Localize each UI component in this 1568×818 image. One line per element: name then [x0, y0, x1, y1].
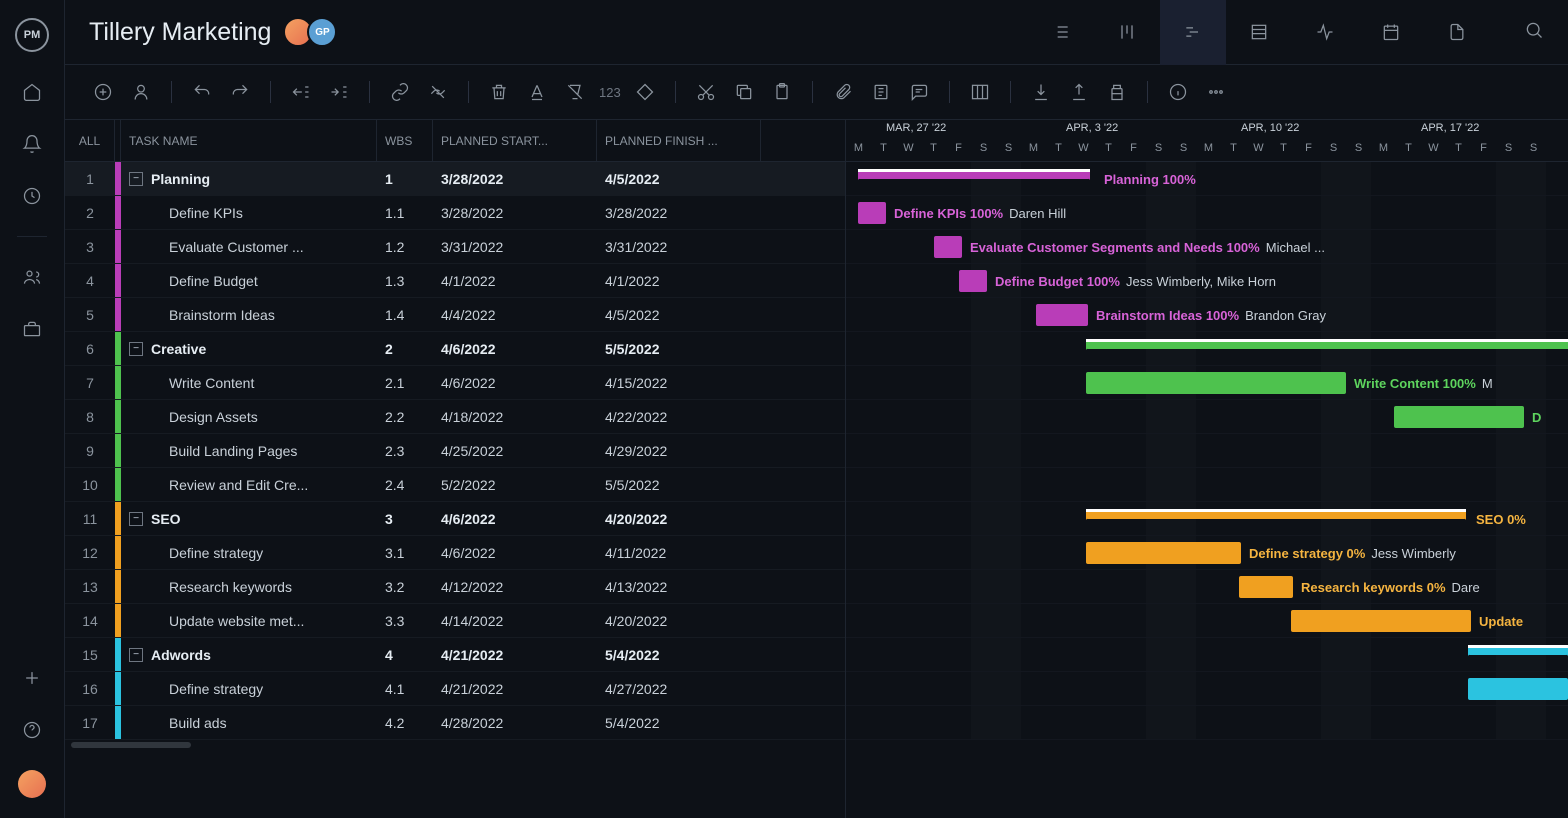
export-icon[interactable] — [1065, 78, 1093, 106]
left-sidebar: PM — [0, 0, 65, 818]
notes-icon[interactable] — [867, 78, 895, 106]
collapse-icon[interactable]: − — [129, 512, 143, 526]
task-row[interactable]: 10 Review and Edit Cre... 2.4 5/2/2022 5… — [65, 468, 845, 502]
user-avatar[interactable] — [18, 770, 46, 798]
gantt-row[interactable] — [846, 502, 1568, 536]
col-all[interactable]: ALL — [65, 120, 115, 161]
gantt-row[interactable] — [846, 604, 1568, 638]
col-wbs[interactable]: WBS — [377, 120, 433, 161]
outdent-icon[interactable] — [287, 78, 315, 106]
gantt-row[interactable] — [846, 706, 1568, 740]
copy-icon[interactable] — [730, 78, 758, 106]
attachment-icon[interactable] — [829, 78, 857, 106]
comment-icon[interactable] — [905, 78, 933, 106]
gantt-row[interactable] — [846, 434, 1568, 468]
task-row[interactable]: 16 Define strategy 4.1 4/21/2022 4/27/20… — [65, 672, 845, 706]
search-icon[interactable] — [1524, 20, 1544, 45]
task-row[interactable]: 5 Brainstorm Ideas 1.4 4/4/2022 4/5/2022 — [65, 298, 845, 332]
task-row[interactable]: 15 −Adwords 4 4/21/2022 5/4/2022 — [65, 638, 845, 672]
task-row[interactable]: 7 Write Content 2.1 4/6/2022 4/15/2022 — [65, 366, 845, 400]
task-row[interactable]: 4 Define Budget 1.3 4/1/2022 4/1/2022 — [65, 264, 845, 298]
task-row[interactable]: 1 −Planning 1 3/28/2022 4/5/2022 — [65, 162, 845, 196]
gantt-row[interactable] — [846, 366, 1568, 400]
col-planned-start[interactable]: PLANNED START... — [433, 120, 597, 161]
avatar-2[interactable]: GP — [307, 17, 337, 47]
help-icon[interactable] — [20, 718, 44, 742]
indent-icon[interactable] — [325, 78, 353, 106]
task-row[interactable]: 17 Build ads 4.2 4/28/2022 5/4/2022 — [65, 706, 845, 740]
view-board-icon[interactable] — [1094, 0, 1160, 65]
view-list-icon[interactable] — [1028, 0, 1094, 65]
add-task-icon[interactable] — [89, 78, 117, 106]
link-icon[interactable] — [386, 78, 414, 106]
toolbar-number: 123 — [599, 85, 621, 100]
columns-icon[interactable] — [966, 78, 994, 106]
view-calendar-icon[interactable] — [1358, 0, 1424, 65]
app-logo[interactable]: PM — [15, 18, 49, 52]
gantt-row[interactable] — [846, 570, 1568, 604]
task-row[interactable]: 13 Research keywords 3.2 4/12/2022 4/13/… — [65, 570, 845, 604]
view-gantt-icon[interactable] — [1160, 0, 1226, 65]
grid-scrollbar[interactable] — [65, 740, 845, 750]
gantt-timeline-header: MAR, 27 '22APR, 3 '22APR, 10 '22APR, 17 … — [846, 120, 1568, 162]
collapse-icon[interactable]: − — [129, 172, 143, 186]
grid-header: ALL TASK NAME WBS PLANNED START... PLANN… — [65, 120, 845, 162]
priority-icon[interactable] — [631, 78, 659, 106]
task-row[interactable]: 12 Define strategy 3.1 4/6/2022 4/11/202… — [65, 536, 845, 570]
print-icon[interactable] — [1103, 78, 1131, 106]
collapse-icon[interactable]: − — [129, 648, 143, 662]
gantt-row[interactable] — [846, 536, 1568, 570]
task-row[interactable]: 3 Evaluate Customer ... 1.2 3/31/2022 3/… — [65, 230, 845, 264]
gantt-row[interactable] — [846, 638, 1568, 672]
task-row[interactable]: 11 −SEO 3 4/6/2022 4/20/2022 — [65, 502, 845, 536]
delete-icon[interactable] — [485, 78, 513, 106]
col-task-name[interactable]: TASK NAME — [121, 120, 377, 161]
gantt-row[interactable] — [846, 230, 1568, 264]
unlink-icon[interactable] — [424, 78, 452, 106]
collapse-icon[interactable]: − — [129, 342, 143, 356]
gantt-row[interactable] — [846, 298, 1568, 332]
task-row[interactable]: 9 Build Landing Pages 2.3 4/25/2022 4/29… — [65, 434, 845, 468]
clear-format-icon[interactable] — [561, 78, 589, 106]
import-icon[interactable] — [1027, 78, 1055, 106]
gantt-row[interactable] — [846, 332, 1568, 366]
gantt-row[interactable] — [846, 162, 1568, 196]
view-activity-icon[interactable] — [1292, 0, 1358, 65]
info-icon[interactable] — [1164, 78, 1192, 106]
view-sheet-icon[interactable] — [1226, 0, 1292, 65]
task-row[interactable]: 2 Define KPIs 1.1 3/28/2022 3/28/2022 — [65, 196, 845, 230]
gantt-row[interactable] — [846, 672, 1568, 706]
text-style-icon[interactable] — [523, 78, 551, 106]
more-icon[interactable] — [1202, 78, 1230, 106]
task-row[interactable]: 8 Design Assets 2.2 4/18/2022 4/22/2022 — [65, 400, 845, 434]
toolbar: 123 — [65, 65, 1568, 120]
gantt-row[interactable] — [846, 400, 1568, 434]
home-icon[interactable] — [20, 80, 44, 104]
task-row[interactable]: 6 −Creative 2 4/6/2022 5/5/2022 — [65, 332, 845, 366]
gantt-row[interactable] — [846, 196, 1568, 230]
add-icon[interactable] — [20, 666, 44, 690]
view-file-icon[interactable] — [1424, 0, 1490, 65]
assign-icon[interactable] — [127, 78, 155, 106]
redo-icon[interactable] — [226, 78, 254, 106]
header: Tillery Marketing GP — [65, 0, 1568, 65]
cut-icon[interactable] — [692, 78, 720, 106]
gantt-row[interactable] — [846, 468, 1568, 502]
clock-icon[interactable] — [20, 184, 44, 208]
task-grid: ALL TASK NAME WBS PLANNED START... PLANN… — [65, 120, 845, 818]
task-row[interactable]: 14 Update website met... 3.3 4/14/2022 4… — [65, 604, 845, 638]
paste-icon[interactable] — [768, 78, 796, 106]
member-avatars[interactable]: GP — [289, 17, 337, 47]
undo-icon[interactable] — [188, 78, 216, 106]
gantt-chart: MAR, 27 '22APR, 3 '22APR, 10 '22APR, 17 … — [845, 120, 1568, 818]
project-title: Tillery Marketing — [89, 18, 271, 47]
gantt-row[interactable] — [846, 264, 1568, 298]
briefcase-icon[interactable] — [20, 317, 44, 341]
col-planned-finish[interactable]: PLANNED FINISH ... — [597, 120, 761, 161]
bell-icon[interactable] — [20, 132, 44, 156]
people-icon[interactable] — [20, 265, 44, 289]
